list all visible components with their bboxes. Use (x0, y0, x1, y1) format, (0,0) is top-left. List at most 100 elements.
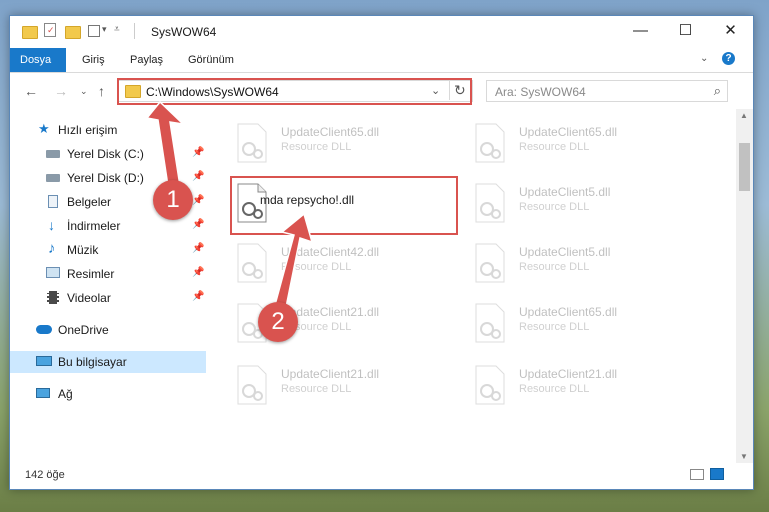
step-2-badge: 2 (258, 302, 298, 342)
folder-icon (22, 26, 38, 39)
sidebar-item-network[interactable]: Ağ (10, 383, 206, 405)
details-view-icon[interactable] (690, 469, 704, 480)
sidebar-item-label: Belgeler (67, 195, 112, 209)
pin-icon[interactable]: 📌 (192, 195, 204, 206)
status-bar: 142 öğe (10, 463, 753, 489)
file-name: UpdateClient65.dll (281, 125, 380, 139)
sidebar-item-label: Yerel Disk (D:) (67, 171, 144, 185)
address-bar-highlight (117, 78, 472, 105)
pictures-icon (46, 267, 60, 278)
up-arrow-icon[interactable]: ↑ (98, 83, 105, 99)
sidebar-item-quick-access[interactable]: ★ Hızlı erişim (10, 119, 206, 141)
pin-icon[interactable]: 📌 (192, 267, 204, 278)
pin-icon[interactable]: 📌 (192, 243, 204, 254)
file-name: UpdateClient65.dll (519, 305, 618, 319)
sidebar-item-label: OneDrive (58, 323, 109, 337)
tab-view[interactable]: Görünüm (178, 48, 244, 72)
scroll-up-icon[interactable]: ▲ (740, 111, 748, 120)
chevron-down-icon[interactable]: ▾ (102, 24, 107, 35)
forward-arrow-icon[interactable]: → (54, 83, 68, 99)
sidebar-item-this-pc[interactable]: Bu bilgisayar (10, 351, 206, 373)
title-bar: ✓ ▾ ⩡ SysWOW64 — ☐ ✕ (10, 16, 753, 48)
sidebar-item-label: Videolar (67, 291, 111, 305)
file-type: Resource DLL (519, 141, 590, 153)
cloud-icon (36, 325, 52, 334)
recent-locations-icon[interactable]: ⌄ (80, 86, 88, 97)
sidebar-item-onedrive[interactable]: OneDrive (10, 319, 206, 341)
dll-file-icon (236, 123, 268, 163)
file-item[interactable]: UpdateClient21.dll Resource DLL (448, 359, 678, 415)
videos-icon (47, 291, 59, 304)
pin-icon[interactable]: 📌 (192, 147, 204, 158)
dll-file-icon (474, 365, 506, 405)
sidebar-item-music[interactable]: ♪ Müzik 📌 (10, 239, 206, 261)
properties-icon[interactable]: ✓ (44, 23, 56, 37)
back-arrow-icon[interactable]: ← (24, 83, 38, 99)
sidebar-item-label: Bu bilgisayar (58, 355, 127, 369)
customize-toolbar-icon[interactable]: ⩡ (114, 24, 120, 35)
sidebar-item-label: Ağ (58, 387, 73, 401)
file-name: UpdateClient21.dll (281, 367, 380, 381)
file-name: UpdateClient5.dll (519, 185, 611, 199)
star-icon: ★ (38, 121, 50, 136)
pin-icon[interactable]: 📌 (192, 219, 204, 230)
file-item[interactable]: UpdateClient42.dll Resource DLL (210, 237, 440, 293)
sidebar-item-pictures[interactable]: Resimler 📌 (10, 263, 206, 285)
dll-file-icon (474, 243, 506, 283)
maximize-button[interactable]: ☐ (663, 16, 708, 46)
scroll-thumb[interactable] (739, 143, 750, 191)
file-highlight (230, 176, 458, 235)
file-list: UpdateClient65.dll Resource DLL UpdateCl… (210, 109, 735, 463)
file-item[interactable]: UpdateClient65.dll Resource DLL (448, 117, 678, 173)
file-item[interactable]: UpdateClient5.dll Resource DLL (448, 237, 678, 293)
navigation-pane: ★ Hızlı erişim Yerel Disk (C:) 📌 Yerel D… (10, 109, 206, 463)
expand-ribbon-icon[interactable]: ⌄ (700, 53, 708, 64)
ribbon-tabs: Dosya Giriş Paylaş Görünüm ⌄ ? (10, 48, 753, 73)
file-type: Resource DLL (281, 383, 352, 395)
music-icon: ♪ (48, 240, 56, 257)
dll-file-icon (474, 183, 506, 223)
view-toggle-icon[interactable] (88, 25, 100, 37)
tab-home[interactable]: Giriş (72, 48, 115, 72)
file-name: UpdateClient65.dll (519, 125, 618, 139)
pin-icon[interactable]: 📌 (192, 291, 204, 302)
divider (134, 23, 135, 39)
sidebar-item-local-disk-c[interactable]: Yerel Disk (C:) 📌 (10, 143, 206, 165)
dll-file-icon (474, 123, 506, 163)
file-type: Resource DLL (281, 141, 352, 153)
close-button[interactable]: ✕ (708, 16, 753, 46)
dll-file-icon (474, 303, 506, 343)
file-type: Resource DLL (519, 383, 590, 395)
step-1-badge: 1 (153, 180, 193, 220)
documents-icon (48, 195, 58, 208)
sidebar-item-videos[interactable]: Videolar 📌 (10, 287, 206, 309)
help-icon[interactable]: ? (722, 52, 735, 65)
file-name: UpdateClient5.dll (519, 245, 611, 259)
large-icons-view-icon[interactable] (710, 468, 724, 480)
file-type: Resource DLL (519, 321, 590, 333)
tab-share[interactable]: Paylaş (120, 48, 173, 72)
file-item[interactable]: UpdateClient65.dll Resource DLL (210, 117, 440, 173)
pin-icon[interactable]: 📌 (192, 171, 204, 182)
search-icon[interactable]: ⌕ (714, 83, 721, 99)
search-box[interactable]: Ara: SysWOW64 ⌕ (486, 80, 728, 102)
search-placeholder: Ara: SysWOW64 (495, 85, 586, 99)
dll-file-icon (236, 365, 268, 405)
drive-icon (46, 150, 60, 158)
item-count: 142 öğe (25, 469, 65, 481)
dll-file-icon (236, 243, 268, 283)
new-folder-icon[interactable] (65, 26, 81, 39)
file-name: UpdateClient21.dll (519, 367, 618, 381)
file-item[interactable]: UpdateClient65.dll Resource DLL (448, 297, 678, 353)
sidebar-item-label: İndirmeler (67, 219, 121, 233)
file-name: UpdateClient42.dll (281, 245, 380, 259)
minimize-button[interactable]: — (618, 16, 663, 46)
tab-file[interactable]: Dosya (10, 48, 66, 72)
file-item[interactable]: UpdateClient21.dll Resource DLL (210, 297, 440, 353)
drive-icon (46, 174, 60, 182)
file-item[interactable]: UpdateClient21.dll Resource DLL (210, 359, 440, 415)
vertical-scrollbar[interactable]: ▲ ▼ (736, 109, 753, 463)
scroll-down-icon[interactable]: ▼ (740, 452, 748, 461)
file-item[interactable]: UpdateClient5.dll Resource DLL (448, 177, 678, 233)
window-title: SysWOW64 (151, 25, 217, 39)
